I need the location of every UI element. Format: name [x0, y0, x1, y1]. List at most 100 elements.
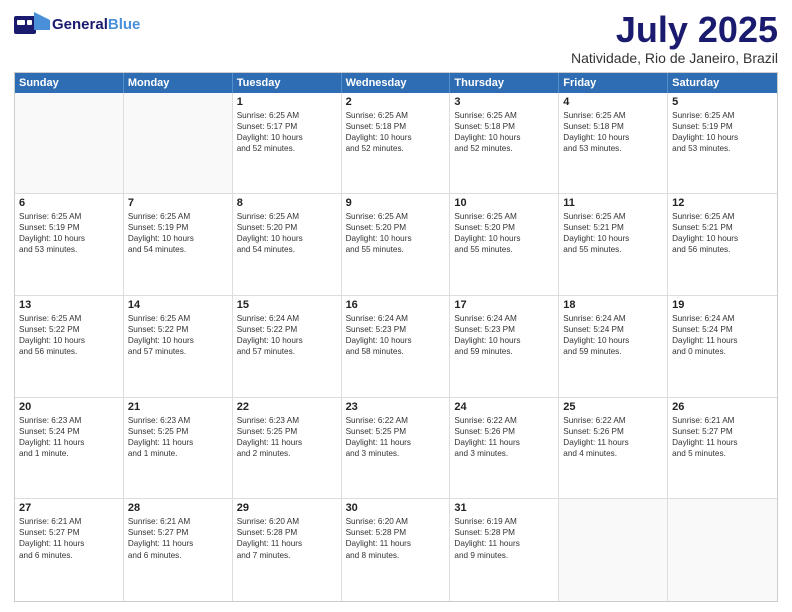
cell-line: Sunrise: 6:25 AM: [672, 211, 773, 222]
cell-line: Sunrise: 6:22 AM: [454, 415, 554, 426]
cell-line: Sunset: 5:21 PM: [672, 222, 773, 233]
calendar-header: SundayMondayTuesdayWednesdayThursdayFrid…: [15, 73, 777, 93]
cell-line: Daylight: 11 hours: [19, 437, 119, 448]
cell-line: Sunrise: 6:25 AM: [346, 110, 446, 121]
day-number: 17: [454, 299, 554, 311]
calendar-cell: 14Sunrise: 6:25 AMSunset: 5:22 PMDayligh…: [124, 296, 233, 397]
calendar-row: 13Sunrise: 6:25 AMSunset: 5:22 PMDayligh…: [15, 296, 777, 398]
cell-line: Daylight: 10 hours: [346, 335, 446, 346]
cell-line: Daylight: 11 hours: [346, 538, 446, 549]
cell-line: Daylight: 11 hours: [346, 437, 446, 448]
day-number: 11: [563, 197, 663, 209]
cell-line: and 52 minutes.: [346, 143, 446, 154]
cell-line: Sunrise: 6:25 AM: [563, 211, 663, 222]
cell-line: and 3 minutes.: [346, 448, 446, 459]
cell-line: Sunset: 5:18 PM: [563, 121, 663, 132]
day-number: 21: [128, 401, 228, 413]
weekday-header: Sunday: [15, 73, 124, 93]
weekday-header: Wednesday: [342, 73, 451, 93]
calendar-cell: 1Sunrise: 6:25 AMSunset: 5:17 PMDaylight…: [233, 93, 342, 194]
calendar-cell: 25Sunrise: 6:22 AMSunset: 5:26 PMDayligh…: [559, 398, 668, 499]
day-number: 1: [237, 96, 337, 108]
cell-line: Sunset: 5:26 PM: [563, 426, 663, 437]
cell-line: Sunset: 5:22 PM: [19, 324, 119, 335]
day-number: 3: [454, 96, 554, 108]
cell-line: Sunrise: 6:25 AM: [237, 211, 337, 222]
cell-line: Daylight: 10 hours: [19, 233, 119, 244]
cell-line: Sunrise: 6:25 AM: [346, 211, 446, 222]
cell-line: Sunset: 5:25 PM: [237, 426, 337, 437]
cell-line: Sunrise: 6:25 AM: [454, 211, 554, 222]
cell-line: and 59 minutes.: [563, 346, 663, 357]
cell-line: Sunrise: 6:23 AM: [237, 415, 337, 426]
day-number: 30: [346, 502, 446, 514]
cell-line: Sunset: 5:25 PM: [346, 426, 446, 437]
day-number: 23: [346, 401, 446, 413]
day-number: 15: [237, 299, 337, 311]
cell-line: and 54 minutes.: [128, 244, 228, 255]
cell-line: and 52 minutes.: [454, 143, 554, 154]
cell-line: Daylight: 10 hours: [454, 335, 554, 346]
cell-line: Sunrise: 6:23 AM: [128, 415, 228, 426]
calendar-cell: 6Sunrise: 6:25 AMSunset: 5:19 PMDaylight…: [15, 194, 124, 295]
calendar-cell: 23 Sunrise: 6:22 AMSunset: 5:25 PMDayligh…: [342, 398, 451, 499]
cell-line: and 54 minutes.: [237, 244, 337, 255]
calendar-cell: [15, 93, 124, 194]
cell-line: Sunset: 5:19 PM: [128, 222, 228, 233]
day-number: 12: [672, 197, 773, 209]
header-right: July 2025 Natividade, Rio de Janeiro, Br…: [571, 10, 778, 66]
cell-line: Daylight: 11 hours: [454, 538, 554, 549]
calendar-cell: 7Sunrise: 6:25 AMSunset: 5:19 PMDaylight…: [124, 194, 233, 295]
day-number: 22: [237, 401, 337, 413]
day-number: 24: [454, 401, 554, 413]
calendar-cell: 8Sunrise: 6:25 AMSunset: 5:20 PMDaylight…: [233, 194, 342, 295]
cell-line: Daylight: 10 hours: [454, 132, 554, 143]
day-number: 25: [563, 401, 663, 413]
logo-text: GeneralBlue: [52, 17, 140, 34]
cell-line: Sunrise: 6:23 AM: [19, 415, 119, 426]
cell-line: and 5 minutes.: [672, 448, 773, 459]
cell-line: Sunset: 5:25 PM: [128, 426, 228, 437]
day-number: 4: [563, 96, 663, 108]
location: Natividade, Rio de Janeiro, Brazil: [571, 50, 778, 66]
cell-line: Daylight: 11 hours: [128, 437, 228, 448]
cell-line: Daylight: 11 hours: [563, 437, 663, 448]
calendar-cell: 15Sunrise: 6:24 AMSunset: 5:22 PMDayligh…: [233, 296, 342, 397]
cell-line: and 56 minutes.: [19, 346, 119, 357]
day-number: 27: [19, 502, 119, 514]
cell-line: Daylight: 10 hours: [128, 335, 228, 346]
cell-line: Daylight: 11 hours: [454, 437, 554, 448]
cell-line: Sunset: 5:21 PM: [563, 222, 663, 233]
cell-line: and 3 minutes.: [454, 448, 554, 459]
calendar-cell: 28Sunrise: 6:21 AMSunset: 5:27 PMDayligh…: [124, 499, 233, 601]
cell-line: and 1 minute.: [128, 448, 228, 459]
weekday-header: Saturday: [668, 73, 777, 93]
cell-line: Daylight: 10 hours: [237, 132, 337, 143]
cell-line: Sunset: 5:19 PM: [19, 222, 119, 233]
cell-line: Daylight: 11 hours: [128, 538, 228, 549]
calendar-cell: 30Sunrise: 6:20 AMSunset: 5:28 PMDayligh…: [342, 499, 451, 601]
cell-line: Sunrise: 6:21 AM: [128, 516, 228, 527]
weekday-header: Monday: [124, 73, 233, 93]
calendar-cell: 10Sunrise: 6:25 AMSunset: 5:20 PMDayligh…: [450, 194, 559, 295]
cell-line: and 58 minutes.: [346, 346, 446, 357]
cell-line: Sunset: 5:23 PM: [346, 324, 446, 335]
day-number: 9: [346, 197, 446, 209]
cell-line: Daylight: 10 hours: [346, 233, 446, 244]
calendar-cell: 21 Sunrise: 6:23 AMSunset: 5:25 PMDayligh…: [124, 398, 233, 499]
day-number: 2: [346, 96, 446, 108]
cell-line: Sunrise: 6:22 AM: [346, 415, 446, 426]
cell-line: Sunrise: 6:24 AM: [346, 313, 446, 324]
calendar-cell: [668, 499, 777, 601]
day-number: 14: [128, 299, 228, 311]
calendar-row: 6Sunrise: 6:25 AMSunset: 5:19 PMDaylight…: [15, 194, 777, 296]
calendar-row: 1Sunrise: 6:25 AMSunset: 5:17 PMDaylight…: [15, 93, 777, 195]
cell-line: and 2 minutes.: [237, 448, 337, 459]
cell-line: Sunrise: 6:24 AM: [454, 313, 554, 324]
cell-line: Daylight: 10 hours: [128, 233, 228, 244]
weekday-header: Friday: [559, 73, 668, 93]
cell-line: Daylight: 11 hours: [237, 538, 337, 549]
cell-line: Sunset: 5:24 PM: [672, 324, 773, 335]
calendar-cell: [124, 93, 233, 194]
calendar-cell: 12Sunrise: 6:25 AMSunset: 5:21 PMDayligh…: [668, 194, 777, 295]
